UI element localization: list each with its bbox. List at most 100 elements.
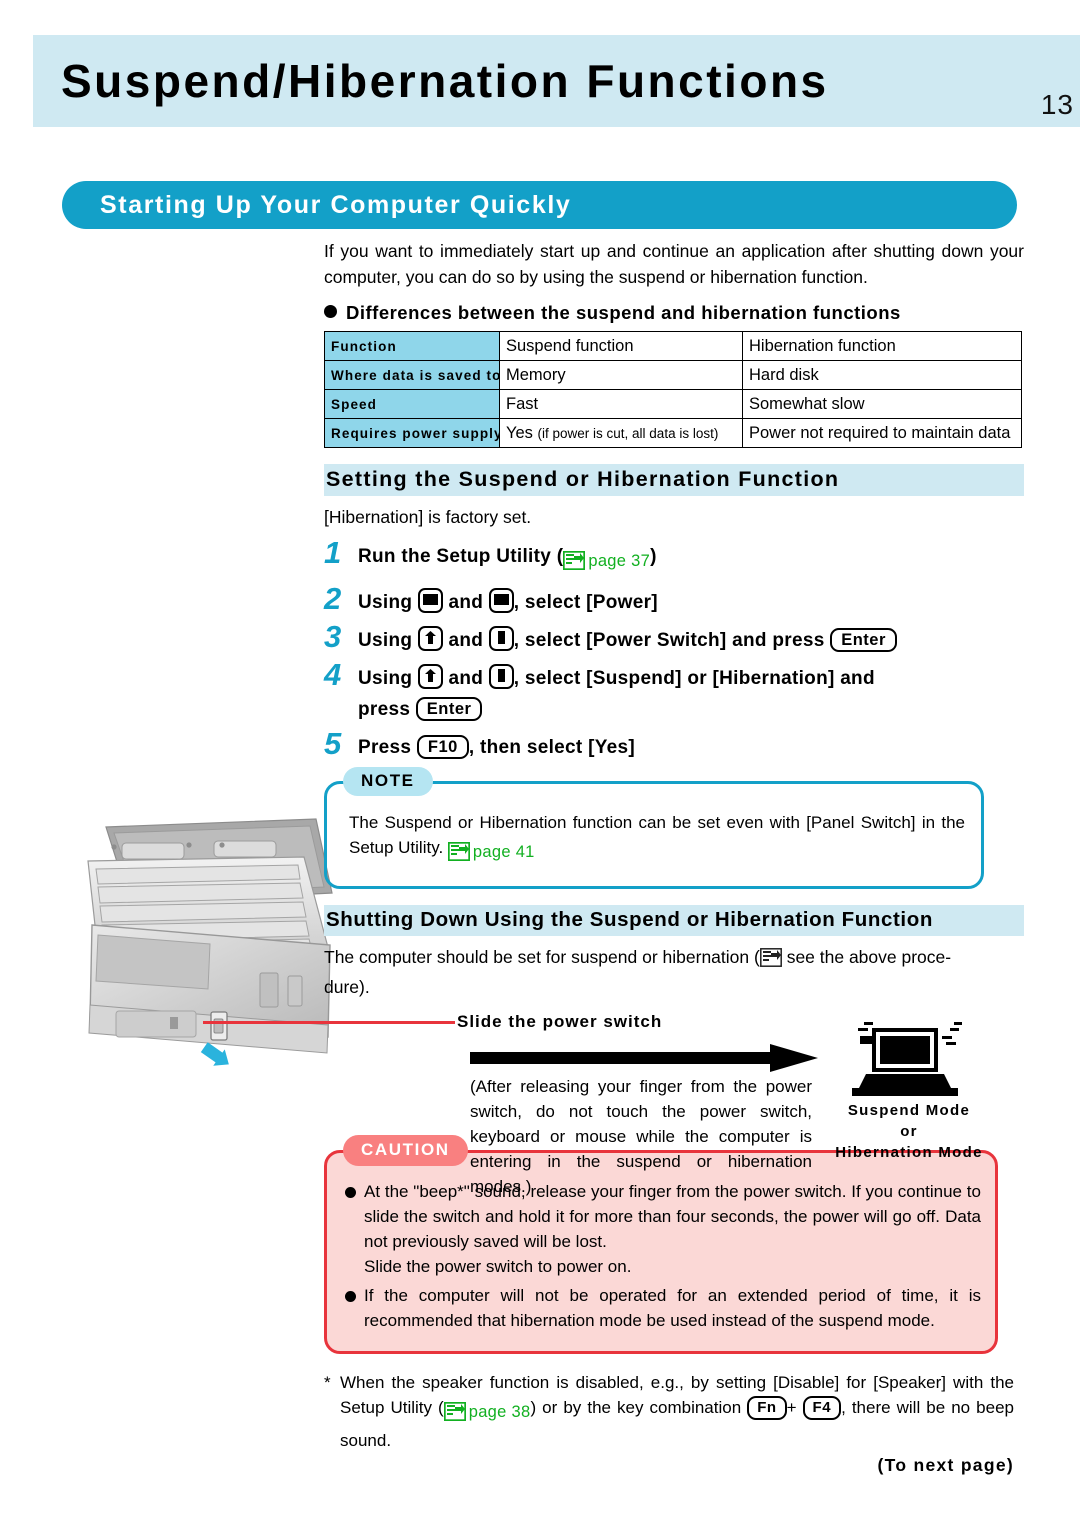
step-5: 5 Press F10, then select [Yes] (324, 726, 1024, 763)
comparison-table: Function Suspend function Hibernation fu… (324, 331, 1022, 448)
cell-suspend: Yes (if power is cut, all data is lost) (499, 418, 743, 448)
factory-set-note: [Hibernation] is factory set. (324, 507, 532, 527)
right-arrow-icon (470, 1044, 820, 1077)
power-switch-diagram: Slide the power switch (After releasing … (452, 1012, 1022, 1196)
page-number: 13 (1040, 89, 1074, 120)
cell-hibernation: Hard disk (742, 360, 1022, 390)
footnote: * When the speaker function is disabled,… (324, 1370, 1014, 1453)
page-header-band: Suspend/Hibernation Functions 13 (33, 35, 1080, 127)
right-arrow-key[interactable] (488, 588, 514, 613)
page-ref-label: page 41 (472, 843, 535, 861)
step-lead: Using (358, 592, 413, 613)
step-text: Press F10, then select [Yes] (358, 729, 635, 763)
page-reference[interactable]: page 37 (563, 545, 650, 580)
to-next-page-label: (To next page) (877, 1455, 1014, 1475)
bullet-dot-icon (324, 305, 337, 318)
setting-section-heading: Setting the Suspend or Hibernation Funct… (324, 464, 1024, 496)
steps-list: 1 Run the Setup Utility ( page 37) 2 Usin… (324, 535, 1024, 763)
fn-key[interactable]: Fn (747, 1396, 787, 1420)
step-number: 5 (324, 726, 342, 761)
cell-hibernation: Somewhat slow (742, 389, 1022, 419)
shutdown-text-line2: dure). (324, 977, 370, 997)
mode-caption-line1: Suspend Mode (847, 1102, 971, 1119)
row-head: Function (324, 331, 500, 361)
shutdown-section-heading: Shutting Down Using the Suspend or Hiber… (324, 905, 1024, 936)
row-head: Where data is saved to (324, 360, 500, 390)
step-tail: , select [Power] (513, 592, 658, 613)
caution-box-tab: CAUTION (343, 1135, 468, 1166)
caution-item: If the computer will not be operated for… (345, 1283, 981, 1333)
diagram-label: Slide the power switch (457, 1012, 663, 1031)
step-4: 4 Using and , select [Suspend] or [Hiber… (324, 657, 1024, 725)
note-box-text: The Suspend or Hibernation function can … (349, 810, 965, 868)
table-row: Function Suspend function Hibernation fu… (324, 331, 1022, 361)
up-arrow-key[interactable] (417, 626, 443, 651)
cell-hibernation: Hibernation function (742, 331, 1022, 361)
step-mid: and (448, 592, 484, 613)
step-tail: , select [Power Switch] and press (513, 630, 825, 651)
left-arrow-key[interactable] (417, 588, 443, 613)
table-row: Speed Fast Somewhat slow (324, 389, 1022, 419)
down-arrow-key[interactable] (488, 626, 514, 651)
intro-paragraph: If you want to immediately start up and … (324, 241, 1024, 287)
enter-key[interactable]: Enter (830, 628, 897, 652)
step-line2-lead: press (358, 699, 411, 720)
page-ref-hand-icon (563, 549, 586, 580)
step-text: Using and , select [Power Switch] and pr… (358, 622, 897, 656)
note-box-tab: NOTE (343, 767, 433, 796)
page-ref-label: page 38 (468, 1403, 531, 1421)
f4-key[interactable]: F4 (802, 1396, 842, 1420)
page-reference[interactable]: page 41 (447, 839, 535, 868)
row-head: Requires power supply (324, 418, 500, 448)
step-3: 3 Using and , select [Power Switch] and … (324, 619, 1024, 656)
page-ref-hand-icon (759, 948, 782, 974)
differences-heading: Differences between the suspend and hibe… (324, 302, 1024, 324)
up-arrow-key[interactable] (417, 664, 443, 689)
note-box-body: The Suspend or Hibernation function can … (349, 813, 965, 857)
cell-suspend: Fast (499, 389, 743, 419)
caution-item-text: If the computer will not be operated for… (364, 1286, 981, 1330)
f10-key[interactable]: F10 (416, 735, 469, 759)
row-head: Speed (324, 389, 500, 419)
step-2: 2 Using and , select [Power] (324, 581, 1024, 618)
step-number: 2 (324, 581, 342, 616)
shutdown-text-before: The computer should be set for suspend o… (324, 947, 760, 967)
step-lead: Using (358, 668, 413, 689)
footnote-marker: * (324, 1373, 331, 1392)
diagram-note: (After releasing your finger from the po… (470, 1077, 812, 1196)
page-reference[interactable]: page 38 (443, 1399, 531, 1428)
step-number: 4 (324, 657, 342, 692)
cell-suspend-value: Yes (506, 423, 533, 442)
step-1: 1 Run the Setup Utility ( page 37) (324, 535, 1024, 580)
step-number: 3 (324, 619, 342, 654)
page-ref-label: page 37 (588, 552, 651, 570)
cell-suspend: Suspend function (499, 331, 743, 361)
suspend-mode-caption: Suspend Mode or Hibernation Mode (804, 1100, 1014, 1163)
enter-key[interactable]: Enter (415, 697, 483, 721)
bullet-dot-icon (345, 1291, 356, 1302)
step-text-before: Run the Setup Utility ( (358, 546, 564, 567)
mode-caption-line3: Hibernation Mode (835, 1144, 983, 1161)
page-ref-hand-icon (447, 841, 471, 868)
page-title: Suspend/Hibernation Functions (61, 55, 829, 107)
differences-heading-label: Differences between the suspend and hibe… (346, 302, 901, 323)
step-mid: and (448, 668, 484, 689)
mode-caption-line2: or (900, 1123, 918, 1140)
cell-suspend-note: (if power is cut, all data is lost) (537, 425, 719, 441)
step-text: Using and , select [Power] (358, 584, 658, 618)
shutdown-paragraph: The computer should be set for suspend o… (324, 944, 1024, 1000)
cell-suspend: Memory (499, 360, 743, 390)
page-ref-hand-icon (443, 1401, 466, 1428)
step-lead: Using (358, 630, 413, 651)
step-text-after: ) (650, 546, 657, 567)
step-text: Using and , select [Suspend] or [Hiberna… (358, 660, 875, 725)
suspend-mode-laptop-icon (840, 1018, 970, 1105)
footnote-text: When the speaker function is disabled, e… (340, 1370, 1014, 1453)
down-arrow-key[interactable] (488, 664, 514, 689)
step-mid: and (448, 630, 484, 651)
shutdown-text-after: see the above proce- (786, 947, 952, 967)
step-text: Run the Setup Utility ( page 37) (358, 538, 657, 580)
cell-hibernation: Power not required to maintain data (742, 418, 1022, 448)
table-row: Where data is saved to Memory Hard disk (324, 360, 1022, 390)
step-number: 1 (324, 535, 342, 570)
